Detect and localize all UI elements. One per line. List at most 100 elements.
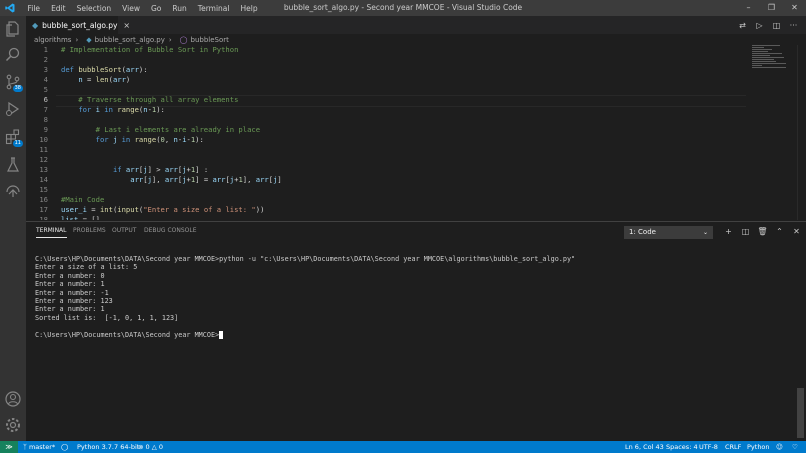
menu-help[interactable]: Help	[235, 4, 263, 13]
method-symbol-icon: ◯	[179, 35, 188, 44]
code-line: 14 arr[j], arr[j+1] = arr[j+1], arr[j]	[26, 175, 281, 185]
more-actions-icon[interactable]: ···	[785, 21, 802, 30]
code-text: for j in range(0, n-i-1):	[95, 135, 204, 144]
menu-file[interactable]: File	[22, 4, 46, 13]
minimap[interactable]	[752, 45, 792, 75]
account-icon[interactable]	[4, 390, 22, 408]
terminal-line: Enter a number: -1	[35, 288, 109, 297]
status-bar: ≫ ᛉ master* ◯ Python 3.7.7 64-bit ⊗ 0 △ …	[0, 441, 806, 453]
breadcrumb-folder[interactable]: algorithms	[34, 36, 71, 44]
line-number: 6	[43, 95, 48, 104]
editor-tab-bar: ◆ bubble_sort_algo.py × ⇄ ▷ ◫ ···	[26, 16, 806, 34]
close-tab-icon[interactable]: ×	[123, 21, 130, 30]
trash-icon[interactable]: 🗑	[754, 227, 771, 236]
terminal-output[interactable]: C:\Users\HP\Documents\DATA\Second year M…	[35, 255, 795, 339]
terminal-lines: C:\Users\HP\Documents\DATA\Second year M…	[35, 255, 795, 331]
python-file-icon: ◆	[86, 35, 92, 44]
terminal-line: Sorted list is: [-1, 0, 1, 1, 123]	[35, 313, 179, 322]
line-number: 2	[43, 55, 48, 64]
code-text: if arr[j] > arr[j+1] :	[112, 165, 209, 174]
code-text: def bubbleSort(arr):	[61, 65, 148, 74]
editor-scrollbar[interactable]	[797, 45, 806, 220]
run-file-icon[interactable]: ▷	[751, 21, 768, 30]
split-terminal-icon[interactable]: ◫	[737, 227, 754, 236]
code-line: 18 list = []	[26, 215, 100, 220]
close-window-icon[interactable]: ✕	[783, 0, 806, 16]
open-changes-icon[interactable]: ⇄	[734, 21, 751, 30]
minimize-icon[interactable]: –	[737, 0, 760, 16]
git-branch[interactable]: ᛉ master*	[23, 441, 55, 453]
notifications-bell-icon[interactable]: ♡	[792, 441, 798, 453]
terminal-scrollbar[interactable]	[797, 388, 804, 438]
warning-icon: △	[151, 443, 159, 451]
code-line: 8	[26, 115, 48, 125]
code-line: 9 # Last i elements are already in place	[26, 125, 260, 135]
python-file-icon: ◆	[32, 20, 39, 30]
code-text: for i in range(n-1):	[78, 105, 165, 114]
bottom-panel: TERMINAL PROBLEMS OUTPUT DEBUG CONSOLE 1…	[26, 221, 806, 442]
cursor-position[interactable]: Ln 6, Col 43	[625, 441, 664, 453]
tab-debug-console[interactable]: DEBUG CONSOLE	[144, 222, 197, 240]
breadcrumb-file[interactable]: bubble_sort_algo.py	[95, 36, 165, 44]
breadcrumb-symbol[interactable]: bubbleSort	[191, 36, 229, 44]
language-mode[interactable]: Python	[747, 441, 770, 453]
testing-flask-icon[interactable]	[4, 156, 22, 174]
remote-explorer-icon[interactable]	[4, 182, 22, 200]
terminal-line: Enter a size of a list: 5	[35, 263, 138, 272]
scm-badge: 38	[12, 85, 23, 92]
terminal-line: Enter a number: 0	[35, 271, 105, 280]
menu-go[interactable]: Go	[145, 4, 166, 13]
search-icon[interactable]	[4, 46, 22, 64]
code-editor[interactable]: 1 # Implementation of Bubble Sort in Pyth…	[26, 45, 746, 220]
new-terminal-icon[interactable]: +	[720, 227, 737, 236]
menu-selection[interactable]: Selection	[71, 4, 117, 13]
encoding[interactable]: UTF-8	[699, 441, 718, 453]
chevron-right-icon: ›	[168, 35, 172, 44]
menu-view[interactable]: View	[117, 4, 146, 13]
code-line: 13 if arr[j] > arr[j+1] :	[26, 165, 208, 175]
source-control-icon[interactable]: 38	[4, 73, 23, 92]
close-panel-icon[interactable]: ✕	[788, 227, 805, 236]
terminal-select[interactable]: 1: Code ⌄	[624, 226, 713, 239]
problems-count[interactable]: ⊗ 0 △ 0	[138, 441, 163, 453]
restore-icon[interactable]: ❐	[760, 0, 783, 16]
menu-terminal[interactable]: Terminal	[192, 4, 235, 13]
code-text: list = []	[61, 215, 100, 220]
tab-output[interactable]: OUTPUT	[112, 222, 136, 240]
code-text: # Traverse through all array elements	[61, 95, 239, 104]
explorer-icon[interactable]	[4, 20, 22, 38]
settings-gear-icon[interactable]	[4, 416, 22, 434]
line-number: 11	[39, 145, 48, 154]
line-number: 1	[43, 45, 48, 54]
tab-problems[interactable]: PROBLEMS	[73, 222, 106, 240]
code-line: 2	[26, 55, 48, 65]
tab-bubble-sort-algo[interactable]: ◆ bubble_sort_algo.py ×	[26, 16, 130, 34]
feedback-icon[interactable]: ☺	[776, 441, 783, 453]
code-text: user_i = int(input("Enter a size of a li…	[61, 205, 265, 214]
run-debug-icon[interactable]	[4, 100, 22, 118]
sync-icon[interactable]: ◯	[61, 441, 68, 453]
code-text: n = len(arr)	[78, 75, 131, 84]
indentation[interactable]: Spaces: 4	[666, 441, 698, 453]
terminal-prompt: C:\Users\HP\Documents\DATA\Second year M…	[35, 330, 220, 339]
line-number: 18	[39, 215, 48, 220]
breadcrumb: algorithms › ◆ bubble_sort_algo.py › ◯ b…	[26, 34, 806, 45]
extensions-icon[interactable]: 11	[4, 128, 23, 147]
code-line: 7 for i in range(n-1):	[26, 105, 165, 115]
menu-bar: File Edit Selection View Go Run Terminal…	[22, 0, 263, 16]
error-icon: ⊗	[138, 443, 146, 451]
menu-run[interactable]: Run	[167, 4, 192, 13]
split-editor-icon[interactable]: ◫	[768, 21, 785, 30]
code-line: 12	[26, 155, 48, 165]
line-ending[interactable]: CRLF	[725, 441, 741, 453]
maximize-panel-icon[interactable]: ⌃	[771, 227, 788, 236]
remote-indicator-icon[interactable]: ≫	[0, 441, 18, 453]
vscode-logo-icon	[5, 3, 15, 13]
menu-edit[interactable]: Edit	[46, 4, 72, 13]
terminal-line: C:\Users\HP\Documents\DATA\Second year M…	[35, 255, 576, 263]
python-interpreter[interactable]: Python 3.7.7 64-bit	[77, 441, 139, 453]
terminal-line: Enter a number: 1	[35, 280, 105, 289]
editor-actions: ⇄ ▷ ◫ ···	[734, 16, 802, 34]
tab-terminal[interactable]: TERMINAL	[36, 222, 67, 238]
